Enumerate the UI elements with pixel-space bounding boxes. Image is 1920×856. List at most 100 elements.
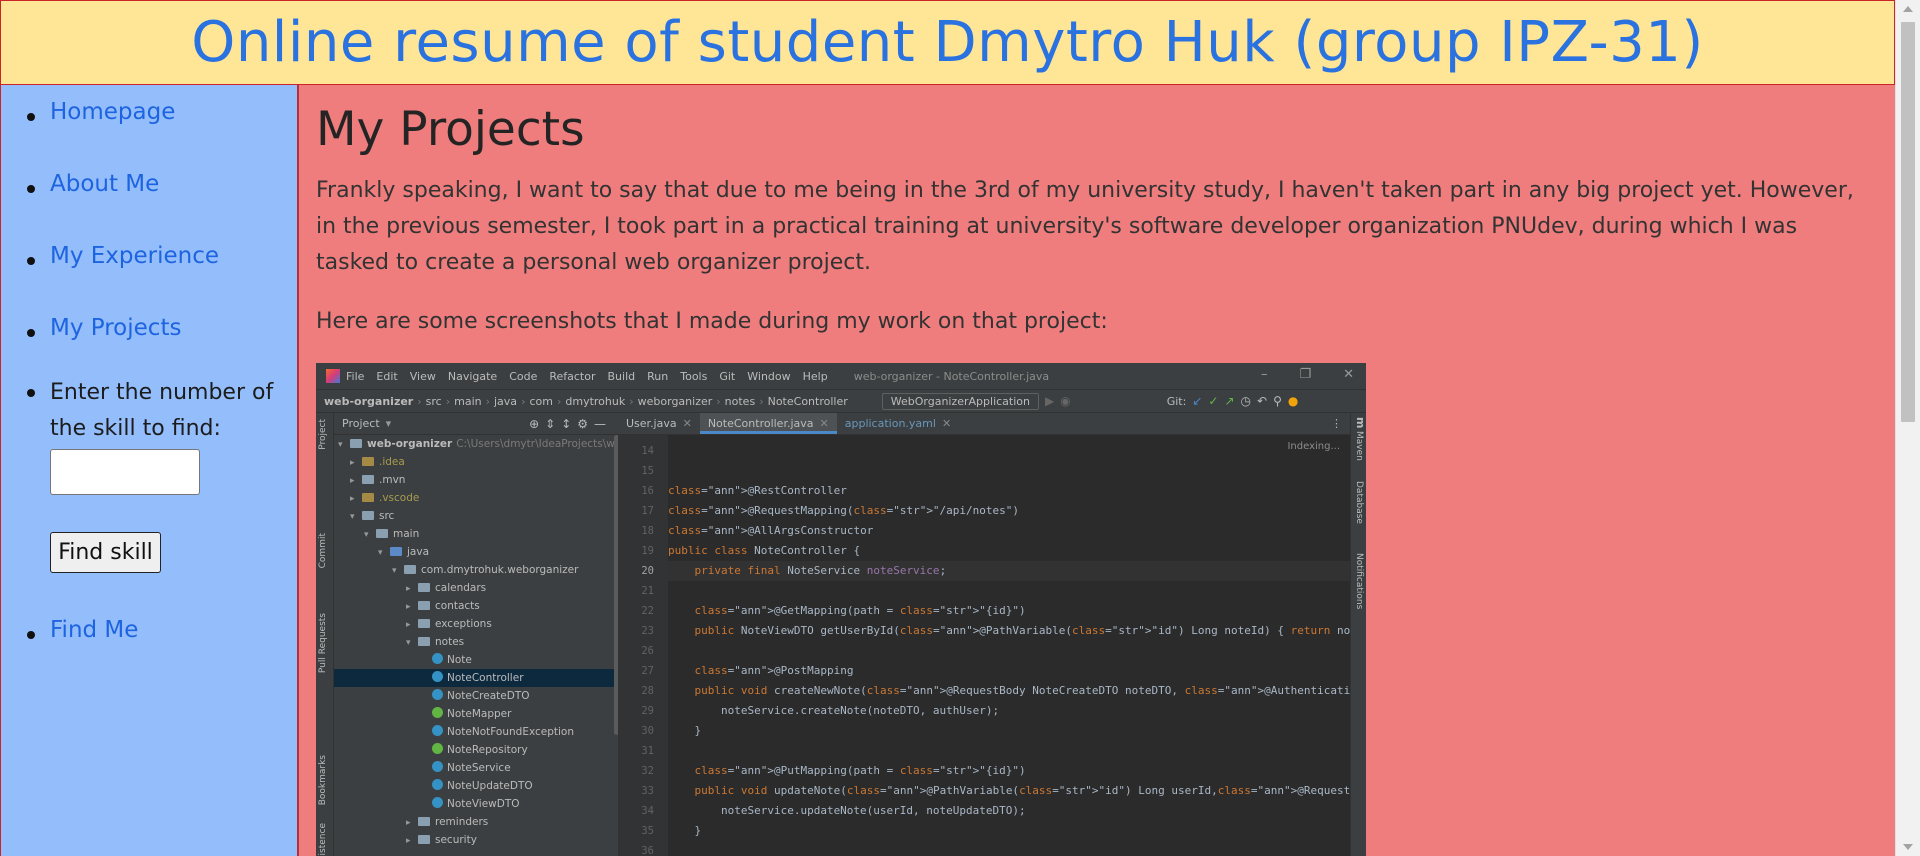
nav-link-my-experience[interactable]: My Experience [50, 243, 219, 269]
line-number: 34 [641, 805, 654, 817]
line-number: 16 [641, 485, 654, 497]
code-line: class="ann">@PostMapping [694, 664, 854, 677]
chevron-down-icon: ▾ [385, 417, 392, 430]
ide-menu-item: Navigate [447, 369, 498, 383]
line-number: 31 [641, 745, 654, 757]
code-line: noteService.updateNote(userId, noteUpdat… [668, 804, 1026, 817]
ide-menu-item: Help [802, 369, 828, 383]
project-panel-header: Project ▾ ⊕⇕↕⚙— [334, 413, 618, 435]
scrollbar-thumb[interactable] [1901, 22, 1915, 422]
toolstrip-label: Persistence [318, 823, 328, 856]
nav-link-my-projects[interactable]: My Projects [50, 315, 181, 341]
code-line: class="ann">@RequestMapping(class="str">… [668, 504, 1020, 517]
tree-row: NoteNotFoundException [334, 723, 618, 741]
project-panel-title: Project [342, 417, 380, 430]
nav-item-about-me: About Me [26, 171, 159, 197]
sidebar-nav: Homepage About Me My Experience My Proje… [0, 85, 299, 856]
tree-row: ▸ calendars [406, 582, 487, 594]
ide-menu-item: Git [719, 369, 736, 383]
git-label: Git: [1166, 394, 1187, 408]
tree-row: ▾ notes [406, 636, 465, 648]
code-line: public NoteViewDTO getUserById(class="an… [694, 624, 1351, 637]
tree-row: Note [334, 651, 618, 669]
ide-menu-item: Code [509, 369, 538, 383]
ide-menu-item: File [346, 369, 365, 383]
line-number: 14 [641, 445, 654, 457]
git-push-icon: ↗ [1224, 394, 1235, 408]
nav-link-find-me[interactable]: Find Me [50, 617, 138, 643]
run-configuration-select: WebOrganizerApplication [881, 392, 1039, 410]
tree-row-selected: NoteController [334, 669, 618, 687]
debug-icon: ◉ [1060, 394, 1071, 408]
nav-item-find-me: Find Me [26, 617, 138, 643]
toolstrip-label: Project [318, 419, 328, 450]
editor-tab-active: NoteController.java ✕ [699, 413, 837, 434]
code-line: public void updateNote(class="ann">@Path… [694, 784, 1351, 797]
skill-number-input[interactable] [50, 449, 200, 495]
tree-row: NoteCreateDTO [334, 687, 618, 705]
skill-search-label: Enter the number of the skill to find: [50, 380, 274, 441]
line-number: 23 [641, 625, 654, 637]
editor-tab: User.java ✕ [626, 417, 692, 430]
ide-menubar: File Edit View Navigate Code Refactor Bu… [316, 363, 1366, 389]
update-icon: ● [1287, 394, 1299, 408]
ide-right-toolstrip: m Maven Database Notifications [1350, 413, 1366, 856]
tree-row: NoteMapper [334, 705, 618, 723]
line-number: 29 [641, 705, 654, 717]
ide-menu-item: Tools [680, 369, 708, 383]
scroll-down-arrow-icon[interactable] [1903, 844, 1913, 850]
editor-tabs: User.java ✕ NoteController.java ✕ applicat… [618, 413, 1350, 435]
tree-row: NoteRepository [334, 741, 618, 759]
line-number: 35 [641, 825, 654, 837]
more-options-icon: ⋮ [1331, 417, 1342, 430]
rollback-icon: ↶ [1257, 394, 1268, 408]
nav-link-about-me[interactable]: About Me [50, 171, 159, 197]
breadcrumb-item: weborganizer [637, 394, 713, 408]
code-editor: Indexing... class="ann">@RestController c… [668, 435, 1350, 856]
code-line: noteService.createNote(noteDTO, authUser… [668, 704, 1000, 717]
close-icon: ✕ [1343, 367, 1354, 382]
ide-menu-item: Refactor [549, 369, 596, 383]
tree-row: ▸ security [406, 834, 477, 846]
breadcrumb-item: com [529, 394, 553, 408]
ide-window-controls: – ❐ ✕ [1261, 367, 1354, 382]
page-scrollbar[interactable] [1895, 0, 1920, 856]
scroll-up-arrow-icon[interactable] [1903, 6, 1913, 12]
breadcrumb-item: NoteController [767, 394, 848, 408]
nav-item-skill-search: Enter the number of the skill to find: F… [27, 375, 280, 573]
line-number: 30 [641, 725, 654, 737]
tree-row: ▸ .vscode [350, 492, 420, 504]
tree-row: ▾ src [350, 510, 395, 522]
tree-row: NoteUpdateDTO [334, 777, 618, 795]
line-number: 20 [641, 565, 654, 577]
code-line: private final NoteService noteService; [668, 561, 1350, 581]
section-heading: My Projects [316, 102, 585, 157]
nav-item-my-projects: My Projects [26, 315, 181, 341]
code-line: public class NoteController { [668, 544, 861, 557]
toolstrip-label: Notifications [1354, 553, 1364, 610]
ide-window-title: web-organizer - NoteController.java [853, 369, 1050, 383]
nav-link-homepage[interactable]: Homepage [50, 99, 175, 125]
git-update-icon: ↙ [1192, 394, 1203, 408]
line-number: 26 [641, 645, 654, 657]
line-number: 19 [641, 545, 654, 557]
tree-row: ▸ .idea [350, 456, 405, 468]
find-skill-button[interactable]: Find skill [50, 532, 161, 573]
m-icon: m [1354, 417, 1366, 429]
nav-item-my-experience: My Experience [26, 243, 219, 269]
line-number: 32 [641, 765, 654, 777]
ide-breadcrumb: web-organizer › src › main › java › com › dmy… [316, 389, 1366, 413]
ide-menu-item: Edit [376, 369, 398, 383]
line-number: 28 [641, 685, 654, 697]
code-line: } [668, 824, 702, 837]
screenshots-intro: Here are some screenshots that I made du… [316, 309, 1108, 334]
tree-row: ▾ java [378, 546, 429, 558]
code-line: public void createNewNote(class="ann">@R… [694, 684, 1351, 697]
toolstrip-label: Commit [318, 533, 328, 569]
tree-row: ▸ reminders [406, 816, 489, 828]
